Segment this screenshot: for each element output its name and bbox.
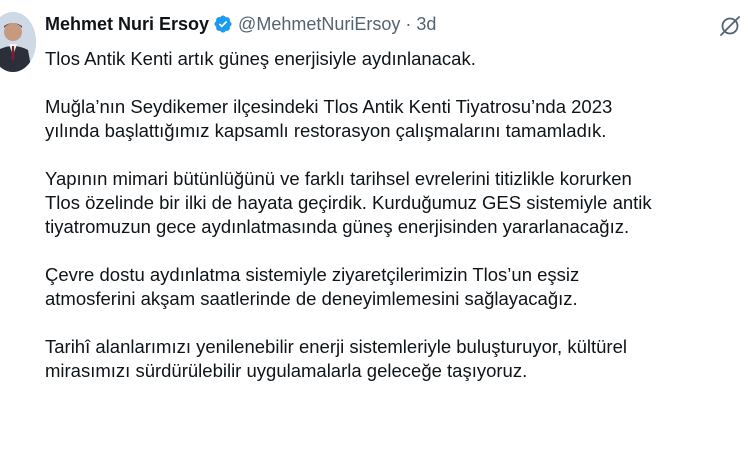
tweet-line: Tlos özelinde bir ilki de hayata geçirdi… [45,192,652,213]
tweet-timestamp[interactable]: 3d [416,14,436,35]
avatar[interactable] [0,12,36,72]
tweet-line: Tlos Antik Kenti artık güneş enerjisiyle… [45,48,476,69]
grok-icon[interactable] [718,14,742,38]
tweet-header: Mehmet Nuri Ersoy @MehmetNuriErsoy · 3d [45,12,750,36]
tweet-line: tiyatromuzun gece aydınlatmasında güneş … [45,216,630,237]
tweet-text: Tlos Antik Kenti artık güneş enerjisiyle… [45,47,750,407]
tweet-paragraph: Muğla’nın Seydikemer ilçesindeki Tlos An… [45,95,750,143]
tweet-paragraph: Yapının mimari bütünlüğünü ve farklı tar… [45,167,750,239]
header-separator: · [405,13,412,34]
verified-badge-icon [213,14,233,34]
tweet-paragraph: Çevre dostu aydınlatma sistemiyle ziyare… [45,263,750,311]
tweet-line: mirasımızı sürdürülebilir uygulamalarla … [45,360,528,381]
tweet-line: Çevre dostu aydınlatma sistemiyle ziyare… [45,264,580,285]
tweet-line: Muğla’nın Seydikemer ilçesindeki Tlos An… [45,96,613,117]
tweet-line: Tarihî alanlarımızı yenilenebilir enerji… [45,336,627,357]
tweet-line: atmosferini akşam saatlerinde de deneyim… [45,288,578,309]
tweet-line: yılında başlattığımız kapsamlı restorasy… [45,120,607,141]
author-display-name[interactable]: Mehmet Nuri Ersoy [45,14,209,35]
tweet-card[interactable]: Mehmet Nuri Ersoy @MehmetNuriErsoy · 3d … [0,0,750,450]
tweet-line: Yapının mimari bütünlüğünü ve farklı tar… [45,168,632,189]
author-handle[interactable]: @MehmetNuriErsoy [238,14,400,35]
tweet-paragraph: Tlos Antik Kenti artık güneş enerjisiyle… [45,47,750,71]
tweet-paragraph: Tarihî alanlarımızı yenilenebilir enerji… [45,335,750,383]
tweet-content: Mehmet Nuri Ersoy @MehmetNuriErsoy · 3d … [45,12,750,450]
